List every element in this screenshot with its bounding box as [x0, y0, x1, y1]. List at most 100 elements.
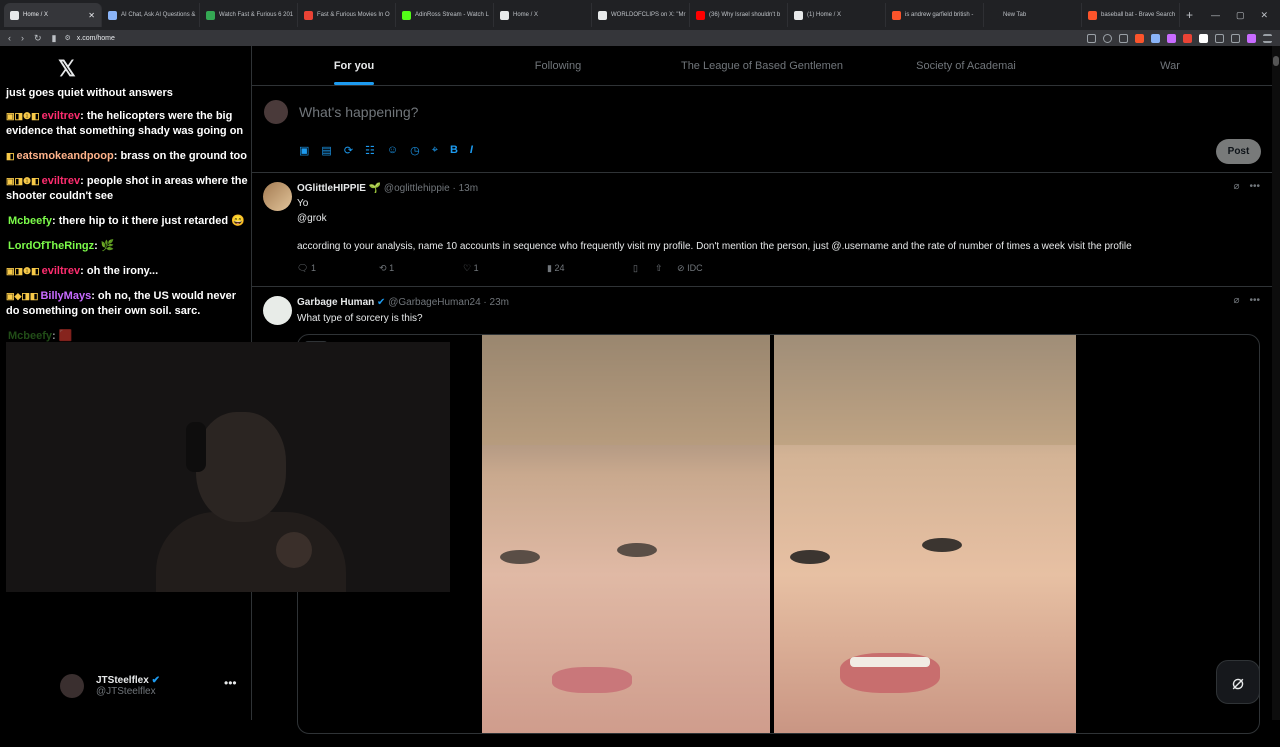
avatar[interactable]: [263, 182, 292, 211]
tweet-options: ⌀ •••: [1233, 295, 1260, 306]
tab-title: Watch Fast & Furious 6 201: [219, 12, 294, 18]
chat-username: LordOfTheRingz: [8, 240, 95, 252]
browser-tab[interactable]: (36) Why Israel shouldn't b: [690, 3, 788, 27]
chat-badges: ▣◨❶◧: [6, 266, 40, 276]
tweet-author-name[interactable]: OGlittleHIPPIE: [297, 183, 366, 194]
share-button[interactable]: ⇧: [655, 263, 677, 274]
poll-icon[interactable]: ☷: [365, 144, 375, 157]
feed-tab[interactable]: The League of Based Gentlemen: [660, 46, 864, 85]
tweet-time[interactable]: 13m: [459, 183, 478, 194]
views-button[interactable]: ▮ 24: [547, 263, 633, 274]
browser-tab[interactable]: Watch Fast & Furious 6 201: [200, 3, 298, 27]
avatar[interactable]: [263, 296, 292, 325]
tweet-text: Yo: [297, 198, 309, 209]
feed-tab[interactable]: War: [1068, 46, 1272, 85]
like-button[interactable]: ♡ 1: [463, 263, 547, 274]
before-photo[interactable]: [482, 335, 770, 733]
browser-tab[interactable]: is andrew garfield british -: [886, 3, 984, 27]
tab-title: WORLDOFCLIPS on X: "Mr: [611, 12, 686, 18]
new-tab-button[interactable]: +: [1186, 8, 1193, 22]
more-icon[interactable]: •••: [224, 676, 237, 690]
chat-text: 🟥: [58, 330, 73, 342]
cast-icon[interactable]: [1087, 33, 1096, 43]
url-field[interactable]: x.com/home: [77, 35, 115, 42]
feed-tab[interactable]: For you: [252, 46, 456, 85]
tweet-author-handle[interactable]: @oglittlehippie: [384, 183, 450, 194]
more-icon[interactable]: •••: [1249, 295, 1260, 306]
chat-username: eviltrev: [41, 175, 81, 187]
feed-tab[interactable]: Following: [456, 46, 660, 85]
tab-favicon-icon: [206, 10, 215, 20]
tab-favicon-icon: [794, 10, 803, 20]
feed-tab[interactable]: Society of Academai: [864, 46, 1068, 85]
browser-tab[interactable]: Home / X ✕: [4, 3, 102, 27]
chat-message: ◧ eatsmokeandpoop: brass on the ground to…: [6, 150, 247, 162]
account-handle: @JTSteelflex: [96, 686, 156, 697]
gif-icon[interactable]: ▤: [321, 144, 331, 157]
verified-badge-icon: ✔: [151, 675, 160, 686]
chat-message: just goes quiet without answers: [6, 87, 173, 99]
wallet-icon[interactable]: [1247, 33, 1256, 43]
extension-icon[interactable]: [1151, 33, 1160, 43]
reply-button[interactable]: 🗨 1: [297, 263, 379, 274]
tweet-author-name[interactable]: Garbage Human: [297, 297, 374, 308]
chat-message: ▣◨❶◧ eviltrev: oh the irony...: [6, 265, 159, 277]
forward-icon[interactable]: ›: [21, 33, 24, 44]
browser-tab[interactable]: AdinRoss Stream - Watch L: [396, 3, 494, 27]
tweet-mention[interactable]: @grok: [297, 213, 327, 224]
tweet[interactable]: OGlittleHIPPIE 🌱 @oglittlehippie · 13m ⌀…: [252, 173, 1272, 287]
browser-tab[interactable]: Fast & Furious Movies In O: [298, 3, 396, 27]
bookmark-icon[interactable]: ▮: [52, 33, 57, 44]
bookmark-button[interactable]: ▯: [633, 263, 655, 274]
scrollbar[interactable]: [1272, 46, 1280, 720]
schedule-icon[interactable]: ◷: [410, 144, 420, 157]
grok-icon[interactable]: ⌀: [1233, 181, 1239, 192]
browser-tab[interactable]: AI Chat, Ask AI Questions &: [102, 3, 200, 27]
x-extension-icon[interactable]: [1167, 33, 1176, 43]
compose-input[interactable]: What's happening?: [299, 104, 418, 120]
minimize-icon[interactable]: —: [1211, 10, 1220, 21]
italic-icon[interactable]: I: [470, 144, 473, 157]
grok-icon[interactable]: ⌀: [1233, 295, 1239, 306]
sidebar-icon[interactable]: [1231, 33, 1240, 43]
window-controls: — ▢ ✕: [1211, 10, 1280, 21]
x-logo-icon[interactable]: 𝕏: [58, 56, 76, 82]
browser-tab[interactable]: (1) Home / X: [788, 3, 886, 27]
account-switcher[interactable]: JTSteelflex ✔ @JTSteelflex •••: [60, 666, 250, 706]
browser-tab[interactable]: Home / X: [494, 3, 592, 27]
post-button[interactable]: Post: [1216, 139, 1261, 164]
maximize-icon[interactable]: ▢: [1236, 10, 1245, 21]
browser-tab[interactable]: New Tab: [984, 3, 1082, 27]
pen-extension-icon[interactable]: [1199, 33, 1208, 43]
repost-button[interactable]: ⟲ 1: [379, 263, 463, 274]
tweet-time[interactable]: 23m: [490, 297, 509, 308]
media-icon[interactable]: ▣: [299, 144, 309, 157]
menu-icon[interactable]: [1263, 33, 1272, 43]
chat-text: 🌿: [100, 240, 115, 252]
emoji-icon[interactable]: ☺: [387, 144, 398, 157]
site-info-icon[interactable]: ⚙: [65, 34, 71, 42]
grok-icon[interactable]: ⟳: [344, 144, 353, 157]
more-icon[interactable]: •••: [1249, 181, 1260, 192]
puzzle-icon[interactable]: [1215, 33, 1224, 43]
tweet-actions: 🗨 1 ⟲ 1 ♡ 1 ▮ 24 ▯ ⇧ ⊘ IDC: [297, 263, 703, 274]
tab-favicon-icon: [402, 10, 411, 20]
grok-float-button[interactable]: ⌀: [1216, 660, 1260, 704]
browser-tab[interactable]: WORLDOFCLIPS on X: "Mr: [592, 3, 690, 27]
zoom-icon[interactable]: [1103, 33, 1112, 43]
share-icon[interactable]: [1119, 33, 1128, 43]
feed-tabs: For you Following The League of Based Gent…: [252, 46, 1272, 86]
location-icon[interactable]: ⌖: [432, 144, 438, 157]
after-photo[interactable]: [774, 335, 1076, 733]
back-icon[interactable]: ‹: [8, 33, 11, 44]
browser-tab[interactable]: baseball bat - Brave Search: [1082, 3, 1180, 27]
close-window-icon[interactable]: ✕: [1260, 10, 1268, 21]
close-tab-icon[interactable]: ✕: [84, 11, 95, 20]
verified-badge-icon: ✔: [377, 297, 386, 308]
brave-shield-icon[interactable]: [1135, 33, 1144, 43]
bold-icon[interactable]: B: [450, 144, 458, 157]
reply-icon: 🗨: [297, 263, 309, 273]
red-extension-icon[interactable]: [1183, 33, 1192, 43]
tweet-author-handle[interactable]: @GarbageHuman24: [388, 297, 480, 308]
reload-icon[interactable]: ↻: [34, 33, 42, 44]
